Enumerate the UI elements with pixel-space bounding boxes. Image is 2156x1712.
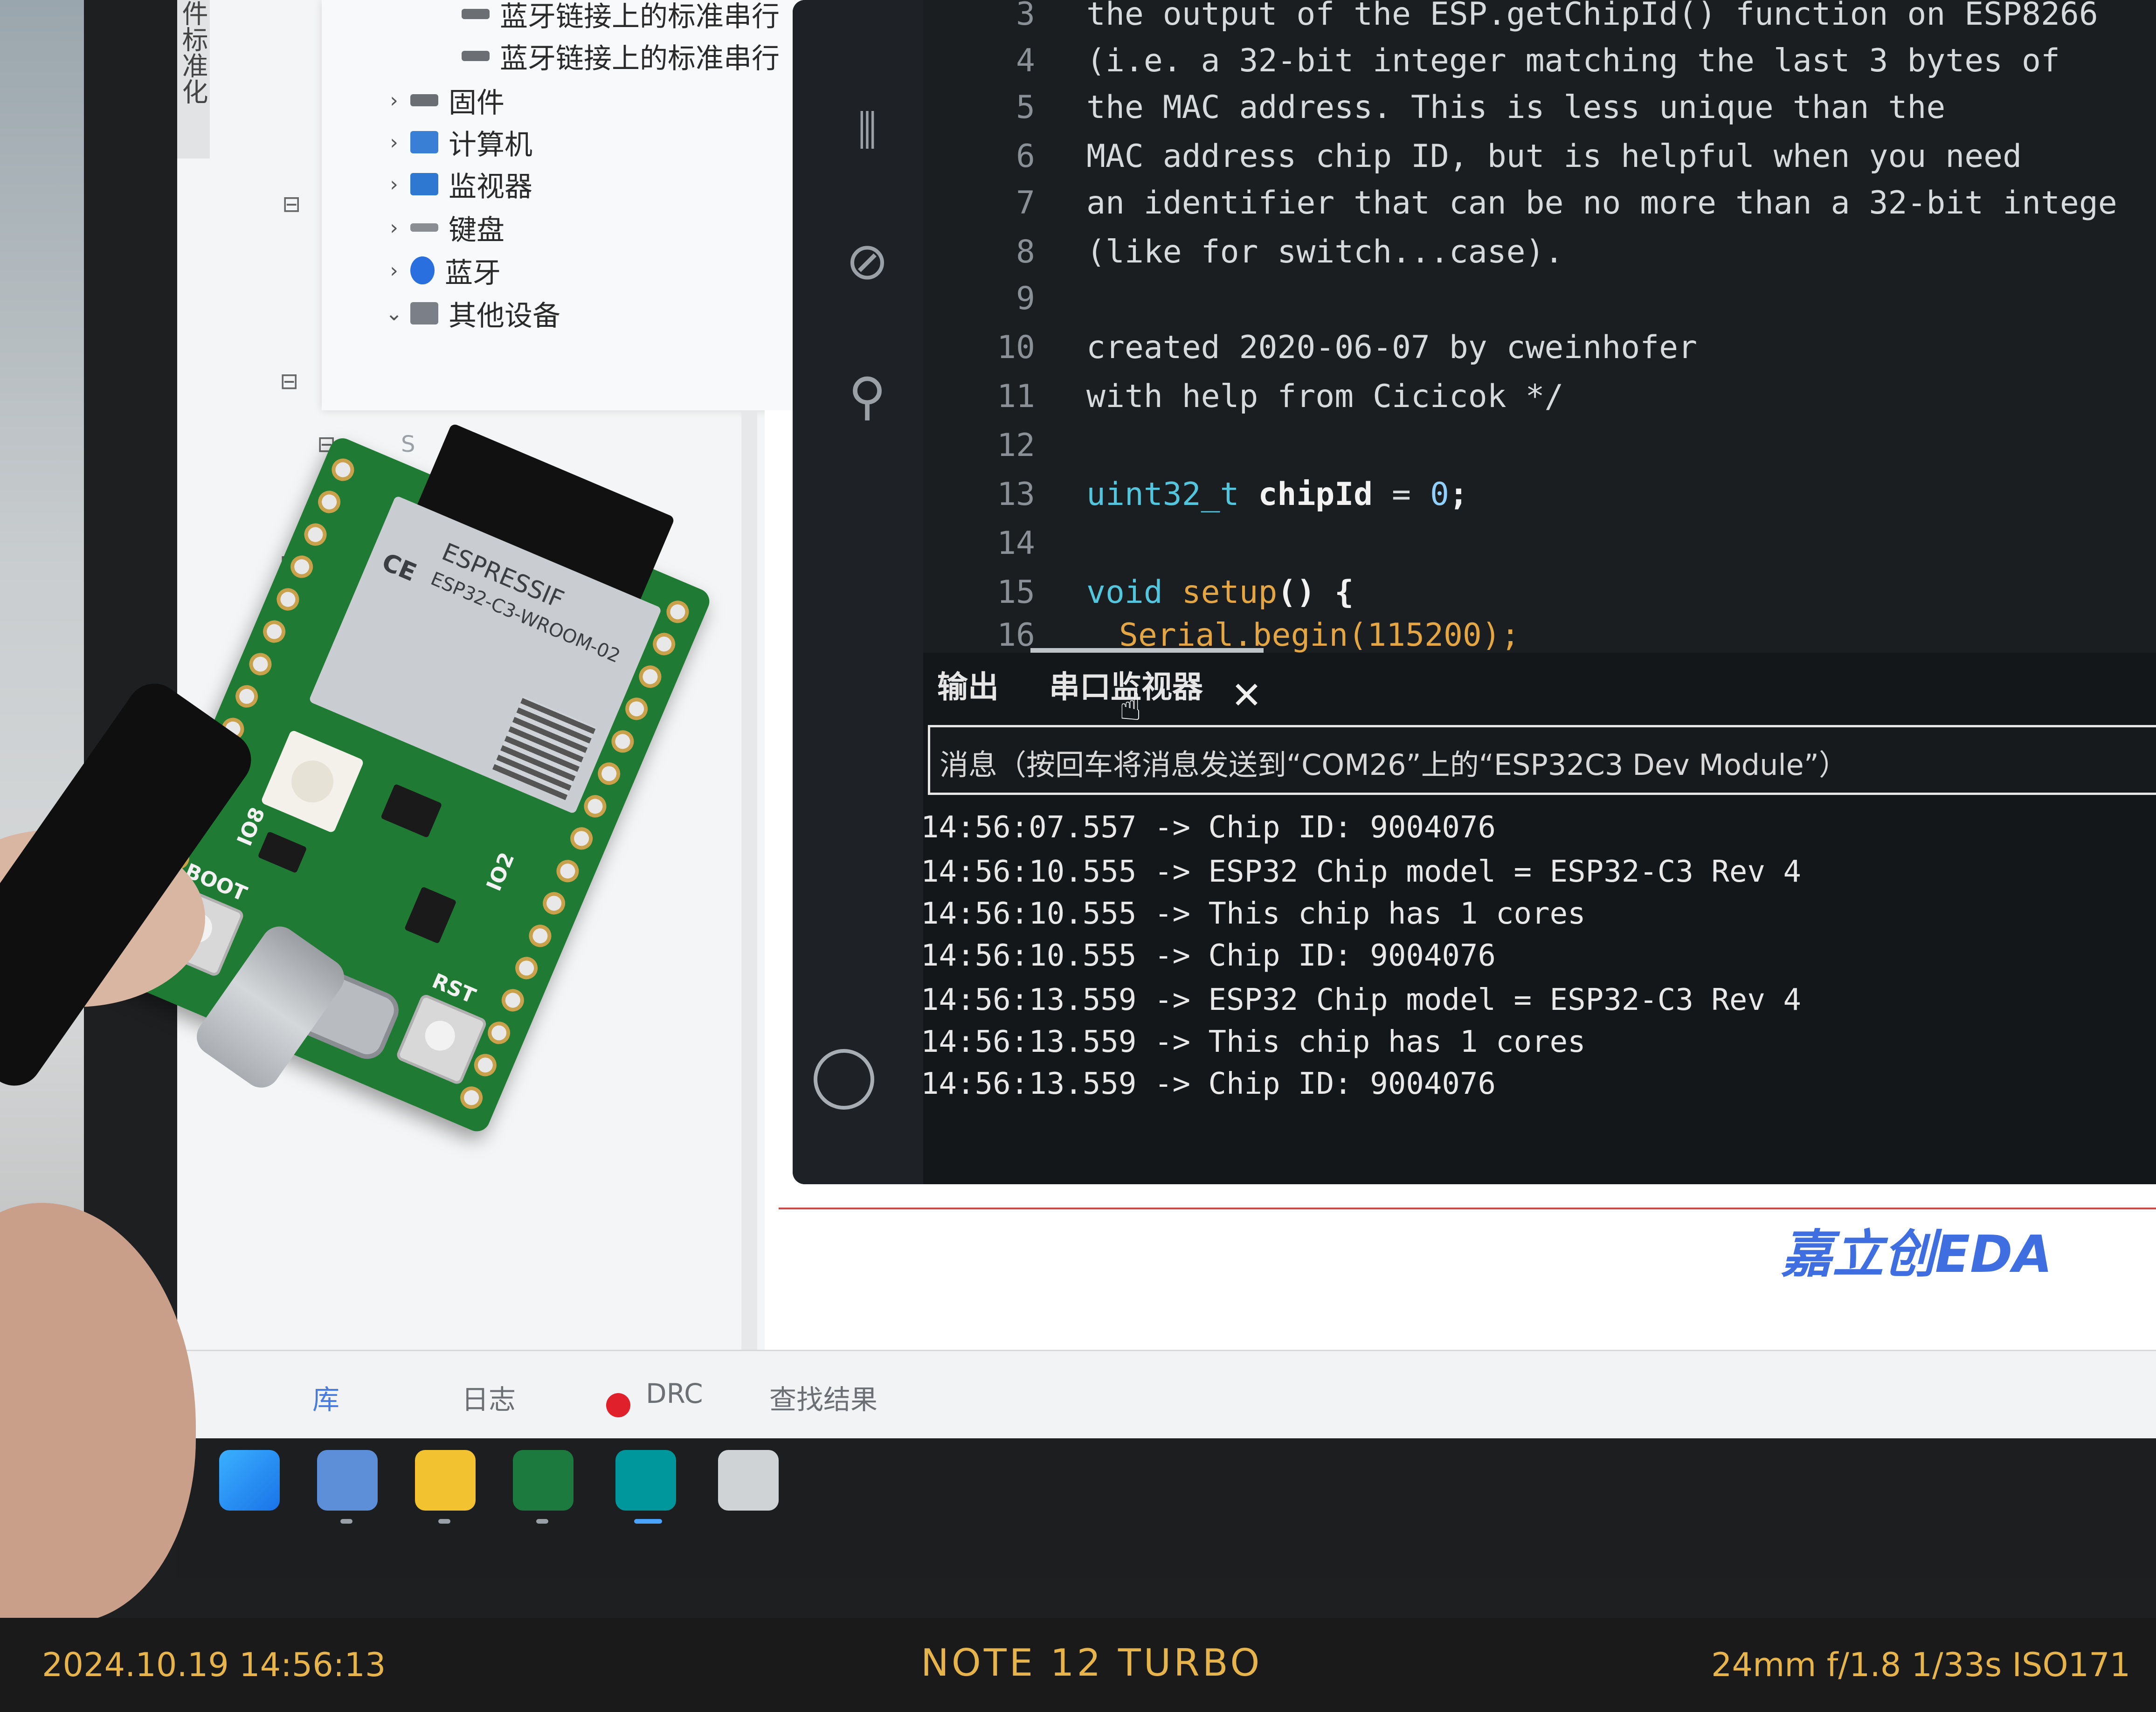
tree-item-bt-serial-1[interactable]: 蓝牙链接上的标准串行 bbox=[457, 0, 780, 33]
photo: 件标准化 蓝牙链接上的标准串行 蓝牙链接上的标准串行 › 固件 › 计算机 › … bbox=[0, 0, 2156, 1712]
log-line: 14:56:10.555 -> Chip ID: 9004076 bbox=[921, 939, 1496, 973]
search-icon[interactable]: ⚲ bbox=[839, 368, 895, 424]
tree-item-label: 键盘 bbox=[449, 214, 504, 247]
tree-item-monitors[interactable]: › 监视器 bbox=[382, 166, 532, 203]
library-icon[interactable]: ⫼ bbox=[839, 103, 895, 159]
tree-item-label: 固件 bbox=[449, 86, 504, 119]
code-line: 8 (like for switch...case). bbox=[1016, 233, 1564, 270]
code-line: 9 bbox=[1016, 280, 1035, 317]
log-line: 14:56:13.559 -> Chip ID: 9004076 bbox=[921, 1067, 1496, 1101]
taskbar-indicator bbox=[340, 1519, 352, 1524]
tree-item-label: 其他设备 bbox=[449, 299, 560, 332]
tree-item-computer[interactable]: › 计算机 bbox=[382, 124, 532, 161]
tree-item-label: 蓝牙 bbox=[445, 256, 501, 290]
serial-message-placeholder: 消息（按回车将消息发送到“COM26”上的“ESP32C3 Dev Module… bbox=[940, 748, 1848, 782]
close-icon[interactable]: ✕ bbox=[1231, 677, 1262, 714]
cloud-app-icon[interactable] bbox=[317, 1450, 378, 1511]
chevron-right-icon[interactable]: › bbox=[382, 89, 406, 112]
panel-resize-handle[interactable] bbox=[1030, 648, 1264, 653]
code-line: 14 bbox=[997, 525, 1035, 562]
tree-item-label: 计算机 bbox=[449, 128, 532, 161]
tab-library[interactable]: 库 bbox=[312, 1378, 339, 1417]
code-line: 4 (i.e. a 32-bit integer matching the las… bbox=[1016, 42, 2060, 79]
port-icon bbox=[462, 51, 490, 61]
windows-start-icon[interactable] bbox=[219, 1450, 280, 1511]
camera-model: NOTE 12 TURBO bbox=[921, 1641, 1263, 1684]
tree-item-bt-serial-2[interactable]: 蓝牙链接上的标准串行 bbox=[457, 37, 780, 75]
drc-status-dot-icon bbox=[606, 1393, 630, 1417]
log-line: 14:56:10.555 -> This chip has 1 cores bbox=[921, 897, 1586, 931]
port-icon bbox=[462, 9, 490, 19]
chevron-right-icon[interactable]: › bbox=[382, 131, 406, 154]
taskbar-indicator bbox=[438, 1519, 450, 1524]
code-line: 16 Serial.begin(115200); bbox=[997, 618, 1520, 653]
chevron-right-icon[interactable]: › bbox=[382, 216, 406, 240]
excel-icon[interactable] bbox=[513, 1450, 574, 1511]
code-line: 11 with help from Cicicok */ bbox=[997, 378, 1564, 415]
tree-item-keyboards[interactable]: › 键盘 bbox=[382, 209, 504, 247]
other-device-icon bbox=[410, 302, 438, 324]
arduino-ide-icon[interactable] bbox=[615, 1450, 676, 1511]
tab-log[interactable]: 日志 bbox=[462, 1378, 516, 1417]
chevron-down-icon[interactable]: ⌄ bbox=[382, 302, 406, 325]
photo-datetime: 2024.10.19 14:56:13 bbox=[42, 1646, 386, 1684]
monitor-icon bbox=[410, 173, 438, 195]
chevron-right-icon[interactable]: › bbox=[382, 173, 406, 196]
vertical-label: 件标准化 bbox=[178, 0, 208, 104]
tree-item-bluetooth[interactable]: › 蓝牙 bbox=[382, 252, 501, 290]
code-line: 10 created 2020-06-07 by cweinhofer bbox=[997, 329, 1698, 366]
tab-output[interactable]: 输出 bbox=[937, 662, 999, 707]
app-icon[interactable] bbox=[718, 1450, 779, 1511]
tree-item-label: 监视器 bbox=[449, 170, 532, 203]
debug-icon[interactable]: ⊘ bbox=[839, 233, 895, 289]
tree-item-other-devices[interactable]: ⌄ 其他设备 bbox=[382, 295, 560, 332]
tab-drc[interactable]: DRC bbox=[646, 1378, 703, 1409]
code-line-chipid: 13 uint32_t chipId = 0; bbox=[997, 476, 1468, 513]
computer-icon bbox=[410, 131, 438, 153]
tree-item-label: 蓝牙链接上的标准串行 bbox=[500, 0, 780, 33]
camera-exif: 24mm f/1.8 1/33s ISO171 bbox=[1711, 1646, 2131, 1684]
code-line: 12 bbox=[997, 427, 1035, 464]
keyboard-icon bbox=[410, 223, 438, 232]
code-line: 7 an identifier that can be no more than … bbox=[1016, 184, 2117, 221]
tree-item-label: 蓝牙链接上的标准串行 bbox=[500, 42, 780, 75]
log-line: 14:56:13.559 -> ESP32 Chip model = ESP32… bbox=[921, 983, 1802, 1017]
account-icon[interactable] bbox=[814, 1049, 874, 1110]
firmware-icon bbox=[410, 94, 438, 106]
code-line: 3 the output of the ESP.getChipId() funct… bbox=[1016, 0, 2098, 33]
code-line-setup: 15 void setup() { bbox=[997, 573, 1354, 611]
code-line: 6 MAC address chip ID, but is helpful whe… bbox=[1016, 138, 2022, 175]
tab-search-results[interactable]: 查找结果 bbox=[769, 1378, 878, 1417]
log-line: 14:56:13.559 -> This chip has 1 cores bbox=[921, 1025, 1586, 1059]
eda-logo: 嘉立创EDA bbox=[1781, 1224, 2052, 1284]
log-line: 14:56:07.557 -> Chip ID: 9004076 bbox=[921, 810, 1496, 845]
log-line: 14:56:10.555 -> ESP32 Chip model = ESP32… bbox=[921, 855, 1802, 889]
pointer-hand-icon: ☝ bbox=[1119, 685, 1142, 729]
taskbar-indicator bbox=[634, 1519, 662, 1524]
taskbar-indicator bbox=[536, 1519, 548, 1524]
code-editor[interactable]: 3 the output of the ESP.getChipId() funct… bbox=[923, 0, 2156, 653]
collapse-icon[interactable]: ⊟ bbox=[282, 191, 301, 217]
chevron-right-icon[interactable]: › bbox=[382, 259, 406, 283]
file-explorer-icon[interactable] bbox=[415, 1450, 476, 1511]
tree-item-firmware[interactable]: › 固件 bbox=[382, 82, 504, 119]
bluetooth-icon bbox=[410, 256, 435, 284]
code-line: 5 the MAC address. This is less unique th… bbox=[1016, 89, 1946, 126]
